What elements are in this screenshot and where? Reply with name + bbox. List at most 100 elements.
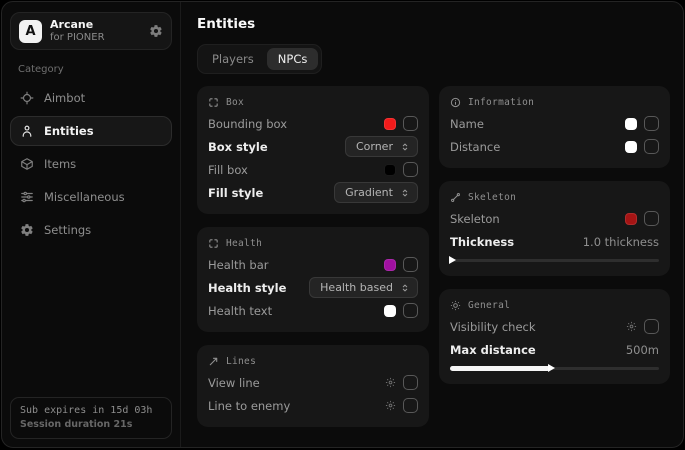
entity-type-tabs: Players NPCs (197, 44, 322, 74)
dropdown-value: Gradient (345, 186, 393, 199)
thickness-slider[interactable] (450, 255, 659, 265)
dropdown-value: Corner (356, 140, 393, 153)
bone-icon (450, 192, 461, 203)
row-label: Max distance (450, 343, 536, 357)
gear-icon[interactable] (149, 24, 163, 38)
app-subtitle: for PIONER (50, 32, 141, 44)
tab-npcs[interactable]: NPCs (267, 48, 319, 70)
scan-brackets-icon (208, 97, 219, 108)
page-title: Entities (197, 16, 670, 32)
skeleton-checkbox[interactable] (644, 211, 659, 226)
row-label: View line (208, 376, 260, 390)
sidebar-item-miscellaneous[interactable]: Miscellaneous (10, 182, 172, 212)
health-text-checkbox[interactable] (403, 303, 418, 318)
subscription-status: Sub expires in 15d 03h Session duration … (10, 397, 172, 439)
sidebar-item-label: Settings (44, 223, 91, 237)
row-label: Fill style (208, 186, 263, 200)
color-swatch[interactable] (384, 118, 396, 130)
row-label: Health bar (208, 258, 269, 272)
card-title: Health (226, 238, 262, 249)
gear-icon[interactable] (626, 321, 637, 332)
app-window: A Arcane for PIONER Category Aimbot (1, 1, 684, 448)
sidebar-item-label: Aimbot (44, 91, 85, 105)
chevron-up-down-icon (400, 188, 410, 198)
general-card: General Visibility check Max distance (439, 289, 670, 384)
sidebar-item-settings[interactable]: Settings (10, 215, 172, 245)
brand-card: A Arcane for PIONER (10, 12, 172, 50)
color-swatch[interactable] (625, 118, 637, 130)
row-label: Name (450, 117, 484, 131)
app-name: Arcane (50, 19, 141, 32)
visibility-check-checkbox[interactable] (644, 319, 659, 334)
skeleton-row: Skeleton (450, 207, 659, 230)
lines-card: Lines View line Line to enemy (197, 345, 429, 427)
info-icon (450, 97, 461, 108)
color-swatch[interactable] (384, 305, 396, 317)
dropdown-value: Health based (320, 281, 393, 294)
slider-thumb[interactable] (548, 364, 555, 372)
row-label: Fill box (208, 163, 248, 177)
row-label: Health text (208, 304, 272, 318)
chevron-up-down-icon (400, 283, 410, 293)
color-swatch[interactable] (625, 213, 637, 225)
view-line-row: View line (208, 371, 418, 394)
card-title: General (468, 300, 510, 311)
sidebar-item-label: Entities (44, 124, 94, 138)
line-to-enemy-row: Line to enemy (208, 394, 418, 417)
thickness-value: 1.0 thickness (583, 235, 659, 249)
max-distance-row: Max distance 500m (450, 338, 659, 361)
tab-players[interactable]: Players (201, 48, 265, 70)
distance-checkbox[interactable] (644, 139, 659, 154)
sidebar-item-items[interactable]: Items (10, 149, 172, 179)
row-label: Line to enemy (208, 399, 290, 413)
thickness-row: Thickness 1.0 thickness (450, 230, 659, 253)
sliders-icon (20, 190, 34, 204)
health-card: Health Health bar Health style Health ba… (197, 227, 429, 332)
box-style-row: Box style Corner (208, 135, 418, 158)
cube-icon (20, 157, 34, 171)
row-label: Thickness (450, 235, 514, 249)
name-row: Name (450, 112, 659, 135)
main-panel: Entities Players NPCs Box Bounding box (181, 2, 683, 447)
gear-icon[interactable] (385, 377, 396, 388)
view-line-checkbox[interactable] (403, 375, 418, 390)
card-title: Box (226, 97, 244, 108)
row-label: Bounding box (208, 117, 287, 131)
health-text-row: Health text (208, 299, 418, 322)
fill-style-row: Fill style Gradient (208, 181, 418, 204)
color-swatch[interactable] (625, 141, 637, 153)
gear-icon[interactable] (385, 400, 396, 411)
health-bar-checkbox[interactable] (403, 257, 418, 272)
line-to-enemy-checkbox[interactable] (403, 398, 418, 413)
scan-brackets-icon (208, 238, 219, 249)
person-icon (20, 124, 34, 138)
color-swatch[interactable] (384, 259, 396, 271)
slider-thumb[interactable] (449, 256, 456, 264)
sidebar-item-label: Items (44, 157, 76, 171)
visibility-check-row: Visibility check (450, 315, 659, 338)
category-label: Category (18, 64, 164, 75)
health-bar-row: Health bar (208, 253, 418, 276)
bounding-box-checkbox[interactable] (403, 116, 418, 131)
fill-style-dropdown[interactable]: Gradient (334, 182, 418, 203)
max-distance-value: 500m (626, 343, 659, 357)
fill-box-checkbox[interactable] (403, 162, 418, 177)
row-label: Skeleton (450, 212, 500, 226)
health-style-dropdown[interactable]: Health based (309, 277, 418, 298)
skeleton-card: Skeleton Skeleton Thickness 1.0 thicknes… (439, 181, 670, 276)
sidebar-item-entities[interactable]: Entities (10, 116, 172, 146)
health-style-row: Health style Health based (208, 276, 418, 299)
sidebar-nav: Aimbot Entities Items Miscellaneous (10, 83, 172, 245)
sidebar-item-aimbot[interactable]: Aimbot (10, 83, 172, 113)
box-style-dropdown[interactable]: Corner (345, 136, 418, 157)
session-duration-text: Session duration 21s (20, 419, 162, 430)
gear-icon (20, 223, 34, 237)
card-title: Information (468, 97, 534, 108)
box-card: Box Bounding box Box style Corner (197, 86, 429, 214)
card-title: Skeleton (468, 192, 516, 203)
chevron-up-down-icon (400, 142, 410, 152)
max-distance-slider[interactable] (450, 363, 659, 373)
sun-icon (450, 300, 461, 311)
name-checkbox[interactable] (644, 116, 659, 131)
color-swatch[interactable] (384, 164, 396, 176)
